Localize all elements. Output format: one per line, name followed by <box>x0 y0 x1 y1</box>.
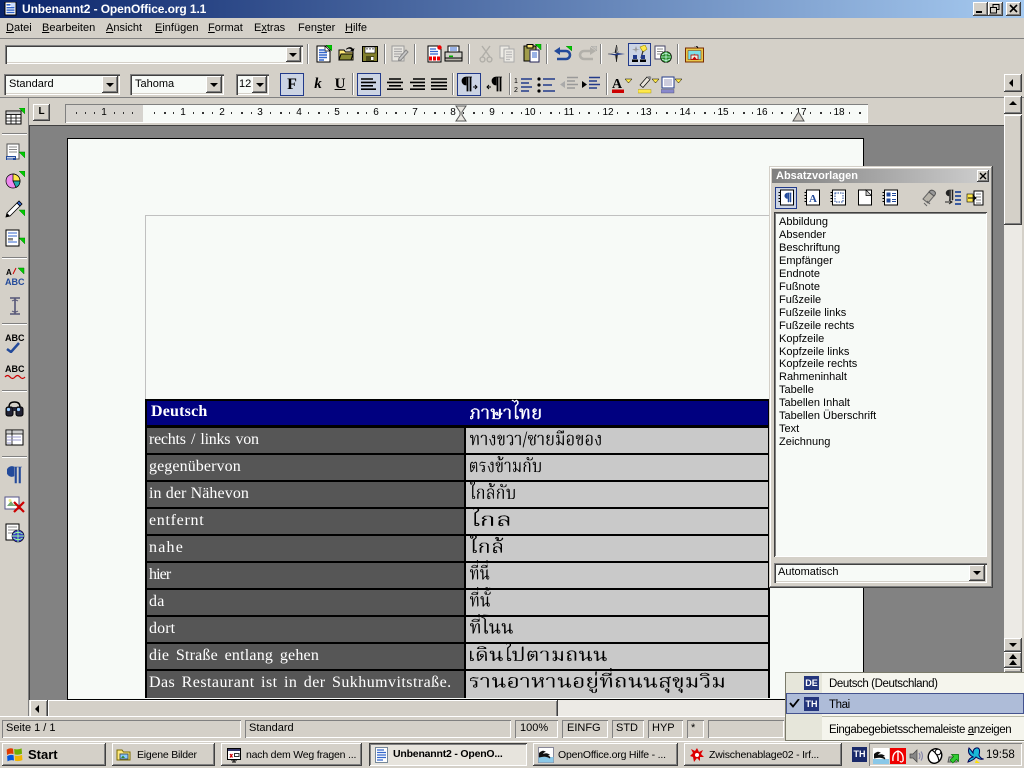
svg-text:ABC: ABC <box>5 277 25 287</box>
svg-text:ABC: ABC <box>5 364 25 374</box>
svg-text:2: 2 <box>514 87 518 93</box>
svg-text:1: 1 <box>514 78 518 85</box>
svg-text:ABC: ABC <box>5 333 25 343</box>
svg-text:A: A <box>6 268 12 277</box>
svg-text:A: A <box>809 193 817 205</box>
